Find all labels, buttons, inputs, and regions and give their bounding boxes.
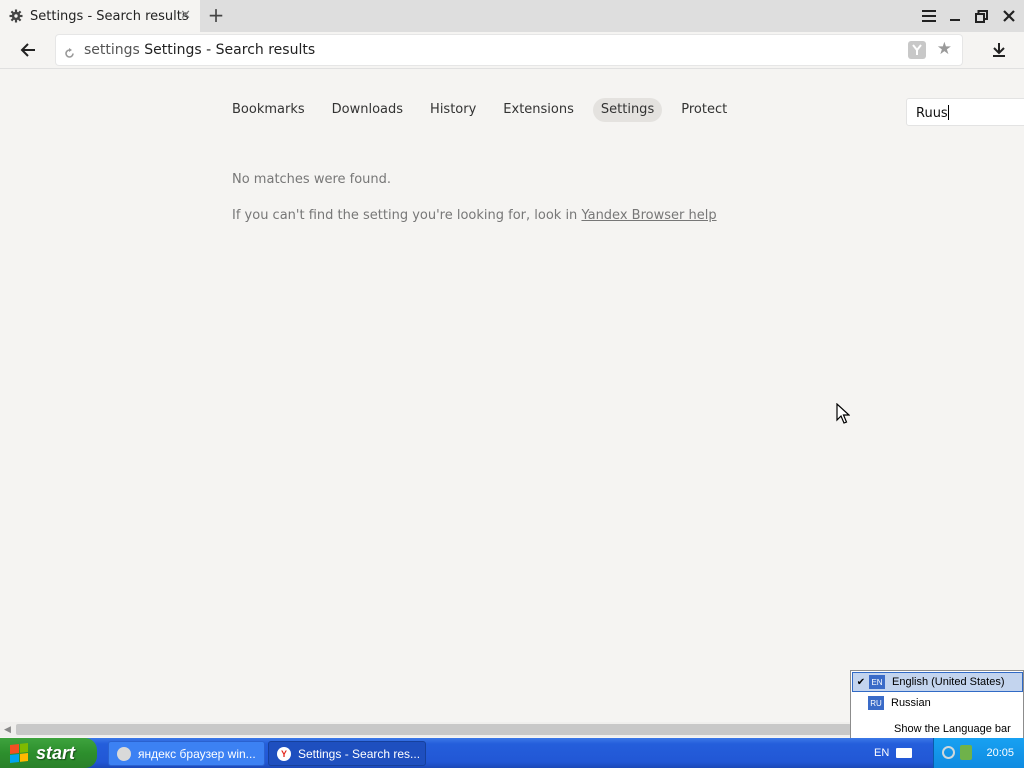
taskbar-item-label: Settings - Search res...	[298, 746, 421, 761]
arrow-left-icon	[20, 43, 35, 57]
nav-downloads[interactable]: Downloads	[324, 98, 411, 122]
restore-icon[interactable]	[968, 0, 994, 32]
language-indicator[interactable]: EN	[874, 747, 889, 759]
show-language-bar-item[interactable]: Show the Language bar	[894, 723, 1011, 735]
download-icon[interactable]	[988, 39, 1010, 61]
check-icon: ✔	[856, 676, 866, 688]
close-window-icon[interactable]	[996, 0, 1022, 32]
nav-extensions[interactable]: Extensions	[495, 98, 582, 122]
taskbar-item-settings[interactable]: Y Settings - Search res...	[268, 741, 426, 766]
url-page-title: Settings - Search results	[144, 42, 316, 58]
scrollbar-thumb[interactable]	[16, 724, 851, 735]
lang-code-ru: RU	[868, 696, 884, 710]
search-value: Ruus	[916, 106, 948, 121]
help-text: If you can't find the setting you're loo…	[232, 208, 717, 223]
taskbar-item-label: яндекс браузер win...	[138, 746, 256, 761]
language-label: English (United States)	[892, 676, 1005, 688]
lang-code-en: EN	[869, 675, 885, 689]
menu-icon[interactable]	[916, 0, 942, 32]
windows-logo-icon	[10, 743, 28, 763]
security-icon[interactable]	[960, 745, 972, 760]
settings-search-input[interactable]: Ruus	[906, 98, 1024, 126]
reload-icon[interactable]	[64, 44, 75, 63]
browser-tab[interactable]: Settings - Search results ✕	[0, 0, 200, 32]
start-label: start	[36, 742, 76, 763]
nav-bookmarks[interactable]: Bookmarks	[224, 98, 313, 122]
browser-window-icon	[117, 746, 131, 761]
language-item-english[interactable]: ✔ EN English (United States)	[852, 672, 1023, 692]
url-text: settings Settings - Search results	[84, 42, 315, 58]
browser-toolbar: settings Settings - Search results ★	[0, 32, 1024, 69]
yandex-help-link[interactable]: Yandex Browser help	[581, 208, 716, 223]
language-item-russian[interactable]: RU Russian	[852, 693, 1023, 713]
nav-settings[interactable]: Settings	[592, 98, 663, 122]
nav-history[interactable]: History	[422, 98, 484, 122]
minimize-icon[interactable]	[942, 0, 968, 32]
yandex-icon[interactable]	[908, 41, 926, 59]
language-label: Russian	[891, 697, 931, 709]
nav-protect[interactable]: Protect	[673, 98, 735, 122]
bookmark-star-icon[interactable]: ★	[937, 39, 952, 59]
system-tray: 20:05	[933, 738, 1024, 768]
start-button[interactable]: start	[0, 738, 97, 768]
language-menu: ✔ EN English (United States) RU Russian …	[850, 670, 1024, 740]
clock: 20:05	[986, 747, 1014, 759]
url-scheme: settings	[84, 42, 140, 58]
scroll-left-icon[interactable]: ◀	[4, 725, 11, 735]
mouse-cursor-icon	[836, 402, 851, 429]
text-caret	[947, 105, 949, 120]
yandex-browser-icon: Y	[277, 746, 291, 761]
tab-strip: Settings - Search results ✕ +	[0, 0, 1024, 32]
no-matches-text: No matches were found.	[232, 172, 392, 187]
help-prefix: If you can't find the setting you're loo…	[232, 208, 578, 223]
taskbar-item-yandex-search[interactable]: яндекс браузер win...	[108, 741, 265, 766]
back-button[interactable]	[16, 38, 40, 62]
network-icon[interactable]	[942, 746, 955, 759]
address-bar[interactable]: settings Settings - Search results ★	[56, 35, 962, 65]
settings-nav: Bookmarks Downloads History Extensions S…	[224, 98, 746, 122]
close-tab-icon[interactable]: ✕	[180, 8, 191, 23]
gear-icon	[9, 9, 23, 23]
keyboard-icon[interactable]	[896, 748, 912, 758]
taskbar: start яндекс браузер win... Y Settings -…	[0, 738, 1024, 768]
new-tab-button[interactable]: +	[205, 4, 227, 28]
tab-title: Settings - Search results	[30, 8, 189, 24]
